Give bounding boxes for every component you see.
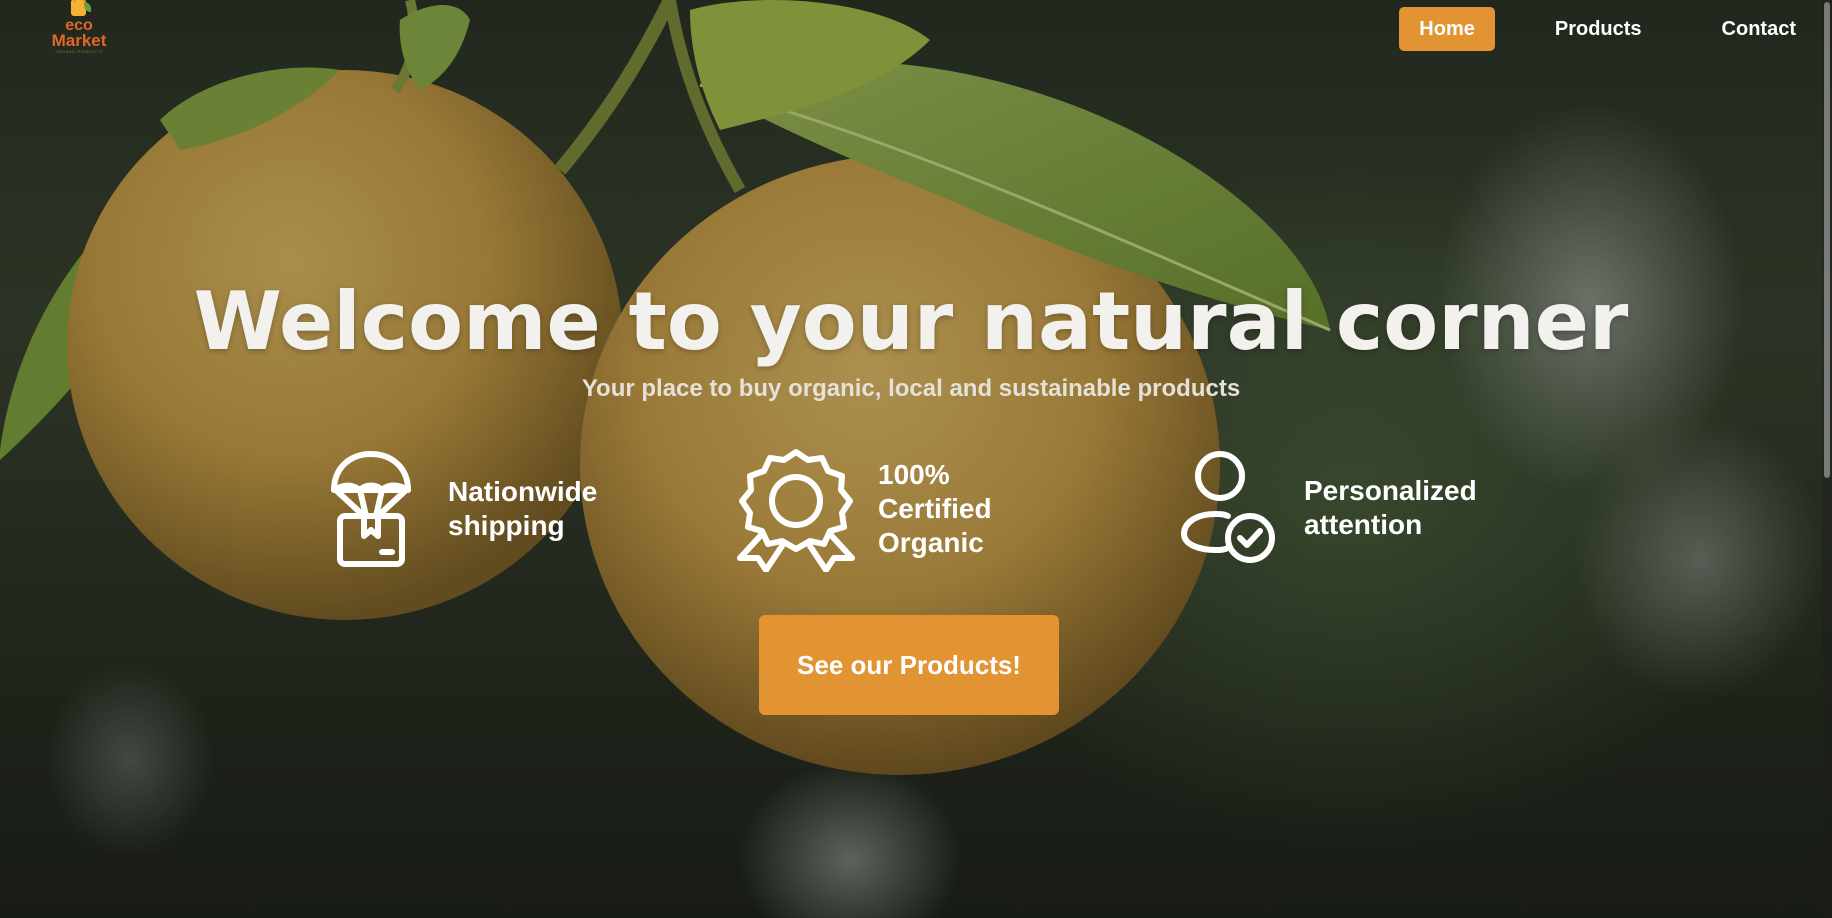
feature-certified: 100% Certified Organic bbox=[732, 446, 1038, 572]
award-badge-icon bbox=[737, 449, 855, 572]
hero-title: Welcome to your natural corner bbox=[193, 275, 1629, 368]
feature-certified-label: 100% Certified Organic bbox=[878, 459, 992, 558]
feature-attention-label: Personalized attention bbox=[1304, 475, 1477, 540]
site-header: eco Market ORGANIC PRODUCTS Home Product… bbox=[0, 0, 1822, 62]
main-nav: Home Products Contact bbox=[1359, 7, 1816, 51]
nav-contact[interactable]: Contact bbox=[1702, 7, 1816, 51]
hero-subtitle: Your place to buy organic, local and sus… bbox=[581, 375, 1241, 402]
nav-products[interactable]: Products bbox=[1535, 7, 1662, 51]
page-scrollbar[interactable] bbox=[1822, 0, 1832, 918]
feature-shipping: Nationwide shipping bbox=[330, 450, 648, 568]
eco-market-logo[interactable]: eco Market ORGANIC PRODUCTS bbox=[48, 0, 110, 56]
user-check-icon bbox=[1181, 451, 1275, 563]
parachute-box-icon bbox=[331, 451, 411, 567]
feature-attention: Personalized attention bbox=[1180, 450, 1504, 566]
scrollbar-thumb[interactable] bbox=[1824, 2, 1830, 478]
logo-tagline: ORGANIC PRODUCTS bbox=[55, 49, 103, 54]
logo-market-text: Market bbox=[51, 31, 107, 50]
page: eco Market ORGANIC PRODUCTS Home Product… bbox=[0, 0, 1832, 918]
feature-shipping-label: Nationwide shipping bbox=[448, 476, 598, 541]
see-products-button[interactable]: See our Products! bbox=[759, 615, 1059, 715]
nav-home[interactable]: Home bbox=[1399, 7, 1495, 51]
